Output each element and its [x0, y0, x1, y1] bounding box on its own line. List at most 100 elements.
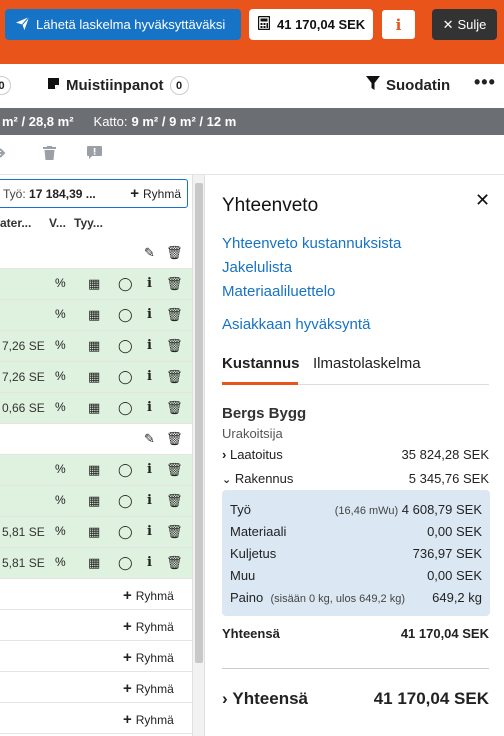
column-v[interactable]: V... [49, 216, 66, 230]
table-row[interactable]: + Ryhmä [0, 610, 192, 641]
comment-icon[interactable]: ◯ [118, 462, 133, 478]
comment-alert-icon[interactable] [87, 146, 102, 164]
add-group-button[interactable]: + Ryhmä [123, 649, 174, 666]
percent-icon[interactable]: % [55, 338, 66, 352]
send-for-approval-button[interactable]: Lähetä laskelma hyväksyttäväksi [5, 9, 241, 40]
table-scrollbar[interactable] [192, 175, 205, 736]
table-row[interactable]: 0,66 SE % ▦ ◯ i 🗑 [0, 393, 192, 424]
grand-total-row[interactable]: › Yhteensä 41 170,04 SEK [222, 689, 489, 709]
add-group-button[interactable]: + Ryhmä [130, 185, 181, 202]
grid-icon[interactable]: ▦ [88, 307, 100, 323]
add-group-button[interactable]: + Ryhmä [123, 680, 174, 697]
info-icon[interactable]: i [147, 555, 152, 570]
close-button[interactable]: ✕ Sulje [432, 9, 497, 40]
grid-icon[interactable]: ▦ [88, 276, 100, 292]
notes-button[interactable]: Muistiinpanot 0 [47, 76, 189, 95]
roof-area-value: 9 m² / 9 m² / 12 m [131, 114, 237, 129]
filter-button[interactable]: Suodatin [366, 76, 450, 94]
group-row[interactable]: ✎ 🗑 [0, 424, 192, 455]
trash-icon[interactable]: 🗑 [166, 276, 183, 292]
table-row[interactable]: 5,81 SE % ▦ ◯ i 🗑 [0, 517, 192, 548]
link-customer-approval[interactable]: Asiakkaan hyväksyntä [222, 316, 370, 333]
tab-climate[interactable]: Ilmastolaskelma [313, 355, 421, 372]
info-icon[interactable]: i [147, 307, 152, 322]
grid-icon[interactable]: ▦ [88, 462, 100, 478]
table-row[interactable]: 7,26 SE % ▦ ◯ i 🗑 [0, 362, 192, 393]
more-options-button[interactable]: ••• [474, 72, 496, 93]
comment-icon[interactable]: ◯ [118, 493, 133, 509]
table-row[interactable]: + Ryhmä [0, 672, 192, 703]
move-icon[interactable] [0, 146, 6, 164]
trash-icon[interactable]: 🗑 [166, 493, 183, 509]
comment-icon[interactable]: ◯ [118, 338, 133, 354]
add-group-button[interactable]: + Ryhmä [123, 587, 174, 604]
info-icon[interactable]: i [147, 524, 152, 539]
info-icon[interactable]: i [147, 369, 152, 384]
delete-icon[interactable] [43, 146, 56, 164]
scrollbar-thumb[interactable] [195, 183, 203, 663]
percent-icon[interactable]: % [55, 524, 66, 538]
tab-cost[interactable]: Kustannus [222, 355, 300, 372]
info-icon[interactable]: i [147, 462, 152, 477]
group-row[interactable]: ✎ 🗑 [0, 238, 192, 269]
trash-icon[interactable]: 🗑 [166, 431, 183, 447]
table-row[interactable]: + Ryhmä [0, 641, 192, 672]
link-cost-summary[interactable]: Yhteenveto kustannuksista [222, 235, 401, 252]
table-row[interactable]: % ▦ ◯ i 🗑 [0, 455, 192, 486]
edit-icon[interactable]: ✎ [144, 431, 155, 447]
percent-icon[interactable]: % [55, 493, 66, 507]
info-icon[interactable]: i [147, 276, 152, 291]
grid-icon[interactable]: ▦ [88, 369, 100, 385]
trash-icon[interactable]: 🗑 [166, 462, 183, 478]
work-total-field[interactable]: Työ: 17 184,39 ... + Ryhmä [0, 179, 188, 208]
comment-icon[interactable]: ◯ [118, 400, 133, 416]
comment-icon[interactable]: ◯ [118, 524, 133, 540]
comment-icon[interactable]: ◯ [118, 555, 133, 571]
edit-icon[interactable]: ✎ [144, 245, 155, 261]
table-row[interactable]: 7,26 SE % ▦ ◯ i 🗑 [0, 331, 192, 362]
column-material[interactable]: ater... [0, 216, 31, 230]
cost-line-construction[interactable]: ⌄ Rakennus 5 345,76 SEK [222, 471, 489, 486]
percent-icon[interactable]: % [55, 276, 66, 290]
comment-icon[interactable]: ◯ [118, 369, 133, 385]
grid-icon[interactable]: ▦ [88, 493, 100, 509]
column-type[interactable]: Tyy... [74, 216, 103, 230]
percent-icon[interactable]: % [55, 369, 66, 383]
trash-icon[interactable]: 🗑 [166, 555, 183, 571]
add-group-button[interactable]: + Ryhmä [123, 711, 174, 728]
table-row[interactable]: % ▦ ◯ i 🗑 [0, 269, 192, 300]
add-group-button[interactable]: + Ryhmä [123, 618, 174, 635]
detail-value: 649,2 kg [432, 590, 482, 605]
grid-icon[interactable]: ▦ [88, 400, 100, 416]
info-icon[interactable]: i [147, 400, 152, 415]
link-distribution-list[interactable]: Jakelulista [222, 259, 292, 276]
close-panel-icon[interactable]: ✕ [475, 190, 490, 211]
total-button[interactable]: 41 170,04 SEK [249, 9, 373, 40]
table-row[interactable]: + Ryhmä [0, 579, 192, 610]
row-value: 5,81 SE [2, 525, 45, 539]
trash-icon[interactable]: 🗑 [166, 245, 183, 261]
percent-icon[interactable]: % [55, 555, 66, 569]
grid-icon[interactable]: ▦ [88, 338, 100, 354]
grid-icon[interactable]: ▦ [88, 524, 100, 540]
comment-icon[interactable]: ◯ [118, 276, 133, 292]
info-icon[interactable]: i [147, 338, 152, 353]
cost-line-tiling[interactable]: › Laatoitus 35 824,28 SEK [222, 447, 489, 462]
percent-icon[interactable]: % [55, 400, 66, 414]
trash-icon[interactable]: 🗑 [166, 524, 183, 540]
table-row[interactable]: 5,81 SE % ▦ ◯ i 🗑 [0, 548, 192, 579]
link-material-list[interactable]: Materiaaliluettelo [222, 283, 335, 300]
table-row[interactable]: % ▦ ◯ i 🗑 [0, 300, 192, 331]
table-row[interactable]: % ▦ ◯ i 🗑 [0, 486, 192, 517]
info-icon[interactable]: i [147, 493, 152, 508]
table-row[interactable]: + Ryhmä [0, 703, 192, 734]
trash-icon[interactable]: 🗑 [166, 307, 183, 323]
trash-icon[interactable]: 🗑 [166, 400, 183, 416]
percent-icon[interactable]: % [55, 462, 66, 476]
trash-icon[interactable]: 🗑 [166, 338, 183, 354]
grid-icon[interactable]: ▦ [88, 555, 100, 571]
percent-icon[interactable]: % [55, 307, 66, 321]
comment-icon[interactable]: ◯ [118, 307, 133, 323]
info-button[interactable]: i [381, 9, 416, 40]
trash-icon[interactable]: 🗑 [166, 369, 183, 385]
